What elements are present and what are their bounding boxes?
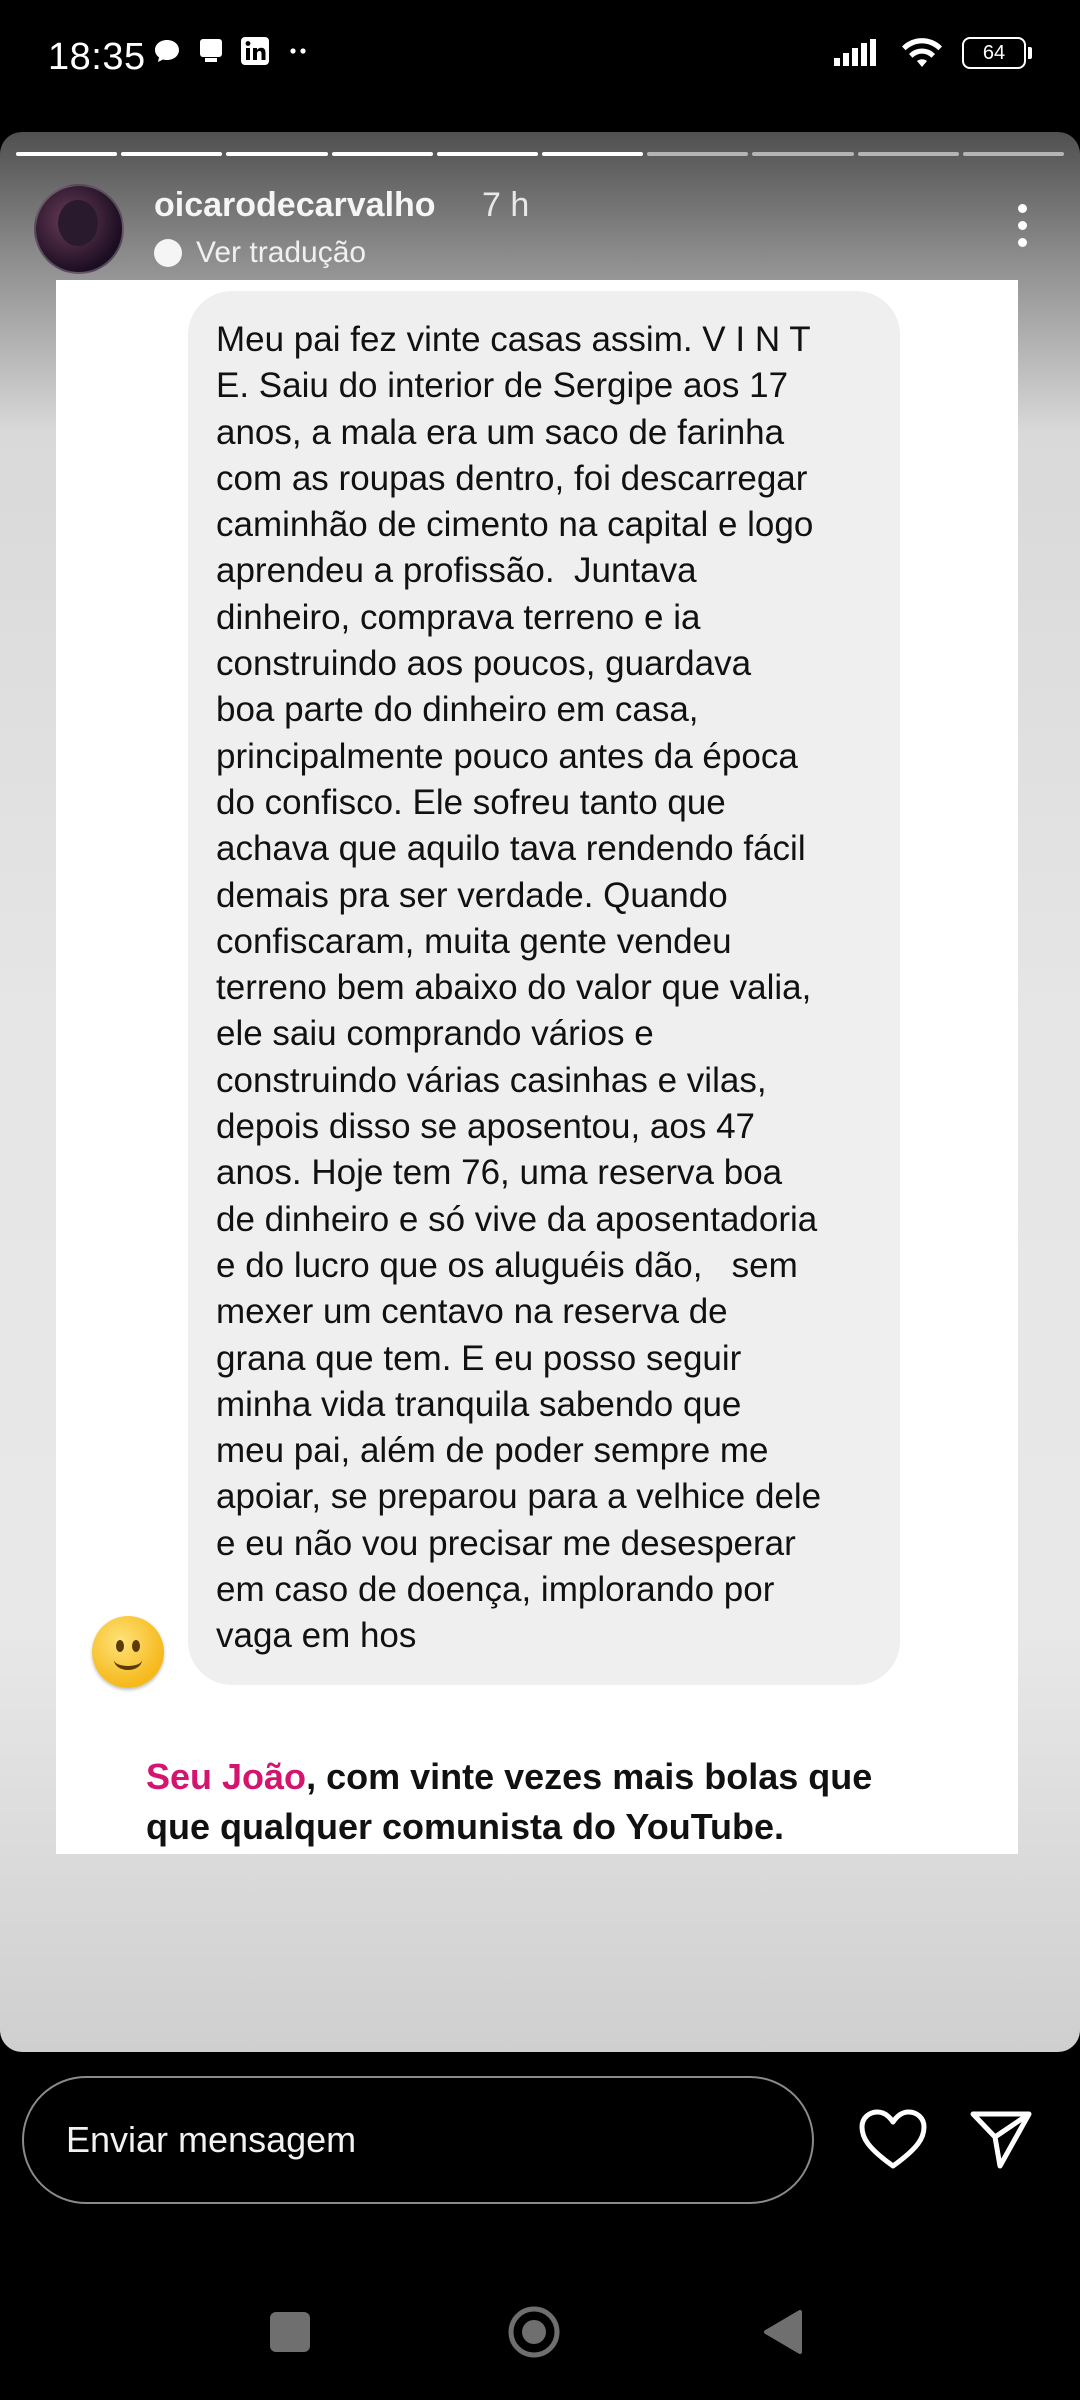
heart-icon[interactable]	[858, 2108, 928, 2172]
progress-segment	[752, 152, 854, 156]
comment-line: boa parte do dinheiro em casa,	[216, 690, 699, 730]
comment-line: caminhão de cimento na capital e logo	[216, 505, 814, 545]
translate-icon	[154, 239, 182, 267]
comment-line: anos, a mala era um saco de farinha	[216, 412, 785, 452]
comment-line: achava que aquilo tava rendendo fácil	[216, 829, 806, 869]
comment-line: e eu não vou precisar me desesperar	[216, 1523, 796, 1563]
progress-segment	[16, 152, 118, 156]
comment-line: terreno bem abaixo do valor que valia,	[216, 968, 812, 1008]
progress-segment	[331, 152, 433, 156]
comment-line: ele saiu comprando vários e	[216, 1014, 654, 1054]
progress-segment	[857, 152, 959, 156]
progress-segment	[542, 152, 644, 156]
comment-bubble: Meu pai fez vinte casas assim. V I N T E.…	[188, 291, 900, 1685]
comment-line: apoiar, se preparou para a velhice dele	[216, 1477, 822, 1517]
translate-label: Ver tradução	[196, 236, 367, 269]
signal-icon	[834, 39, 876, 66]
comment-line: construindo aos poucos, guardava	[216, 644, 752, 684]
comment-line: vaga em hos	[216, 1616, 417, 1656]
recent-apps-button[interactable]	[270, 2312, 310, 2352]
comment-line: demais pra ser verdade. Quando	[216, 875, 728, 915]
message-input[interactable]: Enviar mensagem	[22, 2076, 814, 2204]
wifi-icon	[902, 38, 942, 67]
caption-text-line1: , com vinte vezes mais bolas que	[306, 1756, 873, 1797]
story-caption: Seu João, com vinte vezes mais bolas que…	[146, 1752, 986, 1852]
comment-line: depois disso se aposentou, aos 47	[216, 1107, 755, 1147]
story-time: 7 h	[482, 186, 530, 224]
comment-line: e do lucro que os aluguéis dão, sem	[216, 1245, 798, 1285]
comment-line: minha vida tranquila sabendo que	[216, 1384, 742, 1424]
progress-segment	[121, 152, 223, 156]
smiley-emoji-icon	[92, 1616, 164, 1688]
comment-line: E. Saiu do interior de Sergipe aos 17	[216, 366, 789, 406]
comment-line: com as roupas dentro, foi descarregar	[216, 458, 808, 498]
progress-segment	[436, 152, 539, 156]
story-progress-bar	[16, 152, 1065, 156]
status-bar: 18:35 64	[0, 0, 1080, 120]
comment-line: do confisco. Ele sofreu tanto que	[216, 782, 726, 822]
status-time: 18:35	[48, 36, 146, 78]
back-button[interactable]	[760, 2308, 804, 2356]
comment-line: principalmente pouco antes da época	[216, 736, 798, 776]
notification-icon	[200, 39, 222, 62]
caption-text-line2: que qualquer comunista do YouTube.	[146, 1806, 785, 1847]
comment-line: confiscaram, muita gente vendeu	[216, 921, 732, 961]
battery-icon: 64	[962, 37, 1032, 69]
caption-highlight: Seu João	[146, 1756, 307, 1797]
comment-line: anos. Hoje tem 76, uma reserva boa	[216, 1153, 783, 1193]
comment-line: Meu pai fez vinte casas assim. V I N T	[216, 320, 811, 359]
avatar[interactable]	[34, 184, 124, 274]
status-left-icons	[152, 36, 314, 66]
comment-line: aprendeu a profissão. Juntava	[216, 551, 697, 591]
comment-line: em caso de doença, implorando por	[216, 1570, 775, 1610]
message-placeholder: Enviar mensagem	[66, 2119, 357, 2160]
progress-segment	[226, 152, 328, 156]
progress-segment	[647, 152, 749, 156]
send-icon[interactable]	[968, 2106, 1034, 2172]
progress-segment	[962, 152, 1065, 156]
linkedin-icon	[241, 37, 269, 65]
comment-line: meu pai, além de poder sempre me	[216, 1431, 769, 1471]
story-username[interactable]: oicarodecarvalho	[154, 186, 436, 225]
status-right-icons: 64	[832, 36, 1032, 70]
comment-line: construindo várias casinhas e vilas,	[216, 1060, 767, 1100]
comment-line: dinheiro, comprava terreno e ia	[216, 597, 701, 637]
comment-line: de dinheiro e só vive da aposentadoria	[216, 1199, 818, 1239]
home-button[interactable]	[508, 2306, 560, 2358]
comment-line: mexer um centavo na reserva de	[216, 1292, 728, 1332]
more-dots-icon	[290, 48, 306, 54]
comment-line: grana que tem. E eu posso seguir	[216, 1338, 742, 1378]
chat-bubble-icon	[155, 40, 179, 62]
more-options-icon[interactable]	[1018, 204, 1028, 247]
translate-button[interactable]: Ver tradução	[154, 236, 366, 270]
